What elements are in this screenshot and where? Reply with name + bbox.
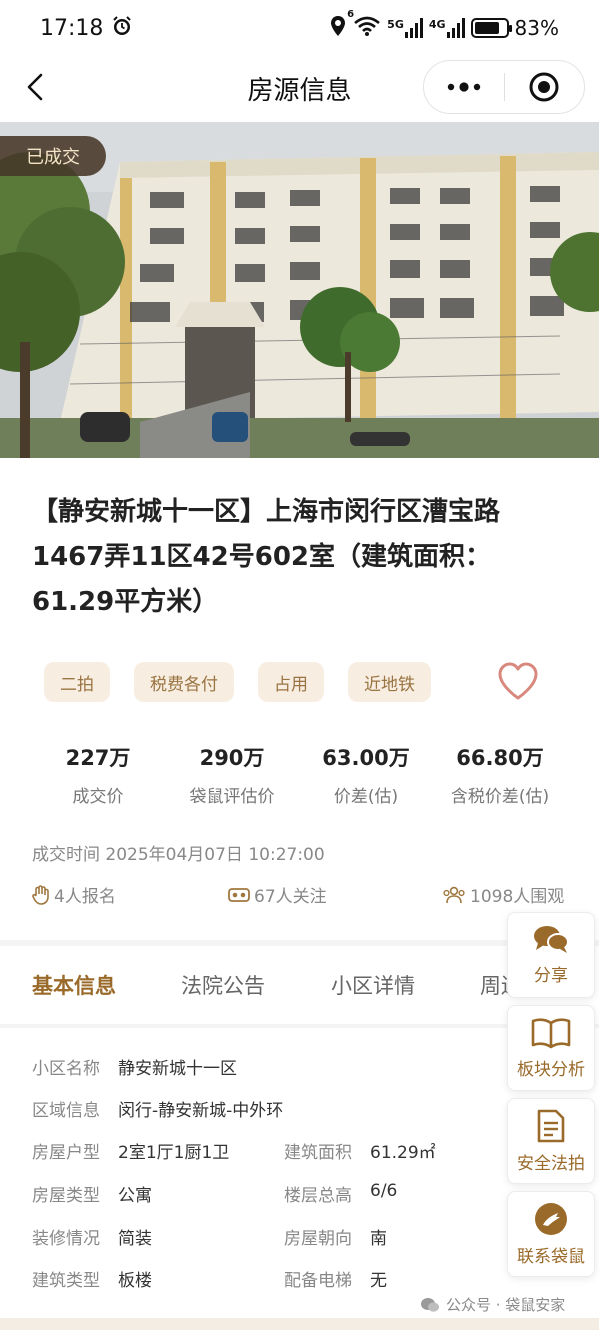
tag-list: 二拍 税费各付 占用 近地铁 (44, 662, 431, 702)
info-value: 南 (370, 1229, 387, 1249)
follower-text: 67人关注 (254, 887, 327, 907)
sector-analysis-button[interactable]: 板块分析 (507, 1005, 595, 1091)
info-label: 房屋户型 (32, 1143, 100, 1163)
follower-count: 67人关注 (228, 882, 327, 907)
stat-label: 价差(估) (333, 787, 399, 807)
wechat-icon (421, 1297, 439, 1312)
stat-value: 66.80万 (456, 746, 544, 770)
battery-percent: 83% (514, 16, 559, 40)
sector-analysis-label: 板块分析 (517, 1059, 585, 1080)
back-button[interactable] (18, 70, 52, 104)
tag: 近地铁 (348, 662, 431, 702)
tab-community-detail[interactable]: 小区详情 (331, 970, 415, 1000)
safe-auction-label: 安全法拍 (517, 1153, 585, 1174)
info-value: 无 (370, 1271, 387, 1291)
share-label: 分享 (534, 965, 568, 986)
info-value: 61.29㎡ (370, 1143, 436, 1163)
document-icon (537, 1109, 565, 1142)
info-value: 简装 (118, 1229, 152, 1249)
more-dots-icon (447, 82, 480, 92)
listing-title: 【静安新城十一区】上海市闵行区漕宝路1467弄11区42号602室（建筑面积：6… (32, 497, 501, 617)
open-book-icon (531, 1017, 571, 1048)
stat-estimate-price: 290万 袋鼠评估价 (172, 742, 292, 807)
mini-program-capsule (423, 60, 585, 114)
info-label: 配备电梯 (284, 1271, 352, 1291)
property-photo[interactable]: 已成交 (0, 122, 599, 458)
info-label: 装修情况 (32, 1229, 100, 1249)
alarm-icon (111, 15, 133, 41)
viewer-count: 1098人围观 (442, 882, 564, 907)
tag: 二拍 (44, 662, 110, 702)
favorite-button[interactable] (496, 660, 540, 704)
safe-auction-button[interactable]: 安全法拍 (507, 1098, 595, 1184)
info-value: 静安新城十一区 (118, 1059, 237, 1079)
status-time: 17:18 (40, 15, 104, 41)
heart-icon (498, 662, 538, 700)
wifi-icon: 6 (347, 9, 381, 42)
page-title: 房源信息 (247, 75, 352, 106)
info-label: 小区名称 (32, 1059, 100, 1079)
info-label: 房屋朝向 (284, 1229, 352, 1249)
contact-button[interactable]: 联系袋鼠 (507, 1191, 595, 1277)
stat-label: 袋鼠评估价 (189, 787, 275, 807)
tab-court-notice[interactable]: 法院公告 (181, 970, 265, 1000)
watermark: 公众号 · 袋鼠安家 (420, 1294, 565, 1315)
stat-label: 成交价 (72, 787, 124, 807)
info-value: 6/6 (370, 1181, 398, 1201)
stat-value: 290万 (199, 746, 265, 770)
signal-5g-icon: 5G (387, 18, 423, 38)
location-icon (329, 15, 347, 42)
network-4g-label: 4G (428, 18, 446, 31)
signup-count: 4人报名 (32, 882, 116, 907)
info-value: 公寓 (118, 1186, 152, 1206)
info-label: 建筑面积 (284, 1143, 352, 1163)
wifi-badge: 6 (347, 8, 355, 20)
signup-text: 4人报名 (54, 887, 116, 907)
tag: 占用 (258, 662, 324, 702)
raised-hand-icon (32, 884, 49, 905)
tag: 税费各付 (134, 662, 234, 702)
info-label: 楼层总高 (284, 1186, 352, 1206)
engagement-row: 4人报名 67人关注 1098人围观 (0, 882, 599, 912)
signal-4g-icon: 4G (429, 18, 465, 38)
stat-tax-price-diff: 66.80万 含税价差(估) (440, 742, 560, 807)
tab-basic-info[interactable]: 基本信息 (32, 970, 116, 1000)
info-label: 房屋类型 (32, 1186, 100, 1206)
contact-label: 联系袋鼠 (517, 1246, 585, 1267)
stat-deal-price: 227万 成交价 (58, 742, 138, 807)
battery-level (474, 22, 500, 34)
share-button[interactable]: 分享 (507, 912, 595, 998)
stat-value: 227万 (65, 746, 131, 770)
watermark-text: 公众号 · 袋鼠安家 (446, 1296, 566, 1314)
stat-price-diff: 63.00万 价差(估) (316, 742, 416, 807)
deal-time: 成交时间 2025年04月07日 10:27:00 (32, 845, 325, 865)
network-5g-label: 5G (387, 18, 404, 31)
chevron-left-icon (27, 73, 43, 101)
footer-strip (0, 1318, 599, 1330)
battery-icon (470, 18, 512, 38)
status-bar: 17:18 6 5G 4G 83% (0, 0, 599, 56)
viewer-text: 1098人围观 (470, 887, 565, 907)
info-value: 闵行-静安新城-中外环 (118, 1101, 284, 1121)
chat-bubbles-icon (534, 925, 569, 953)
stat-value: 63.00万 (322, 746, 410, 770)
sold-badge: 已成交 (0, 136, 106, 176)
info-label: 区域信息 (32, 1101, 100, 1121)
vr-glasses-icon (228, 887, 250, 902)
close-mini-program-button[interactable] (505, 61, 585, 113)
nav-bar: 房源信息 (0, 56, 599, 120)
stat-label: 含税价差(估) (450, 787, 550, 807)
target-close-icon (529, 72, 559, 102)
info-label: 建筑类型 (32, 1271, 100, 1291)
people-group-icon (443, 886, 465, 903)
info-value: 2室1厅1厨1卫 (118, 1143, 230, 1163)
more-button[interactable] (424, 61, 504, 113)
info-value: 板楼 (118, 1271, 152, 1291)
kangaroo-logo-icon (535, 1202, 567, 1235)
